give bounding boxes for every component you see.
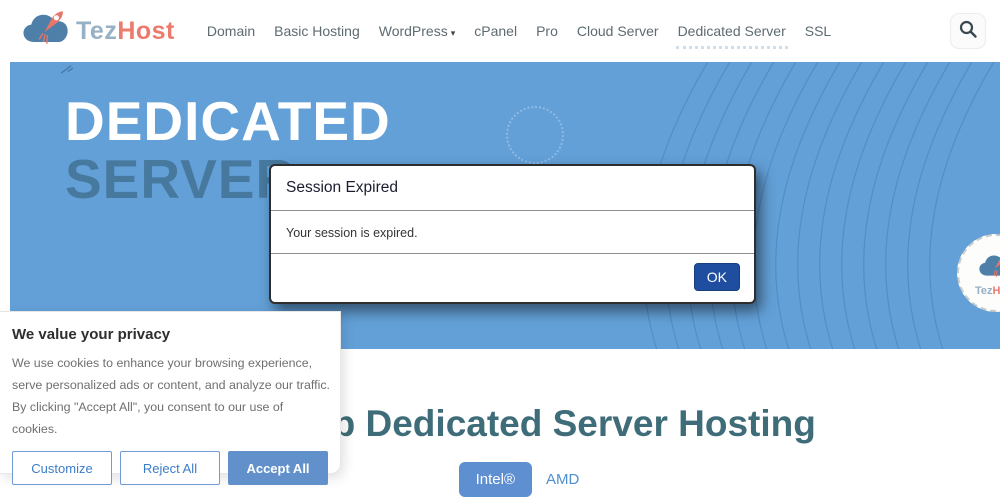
- customize-button[interactable]: Customize: [12, 451, 112, 486]
- reject-all-button[interactable]: Reject All: [120, 451, 220, 486]
- hero-title-line1: DEDICATED: [65, 90, 391, 152]
- badge-wordmark: TezHost: [975, 284, 1000, 297]
- accept-all-button[interactable]: Accept All: [228, 451, 328, 486]
- nav-item-domain[interactable]: Domain: [207, 17, 255, 45]
- dotted-circle-decoration: [506, 106, 564, 164]
- main-navigation: Domain Basic Hosting WordPress ▾ cPanel P…: [207, 17, 831, 49]
- search-icon: [958, 19, 978, 44]
- nav-item-cpanel[interactable]: cPanel: [474, 17, 517, 45]
- logo-text-tez: Tez: [76, 16, 118, 45]
- tab-intel[interactable]: Intel®: [458, 462, 533, 497]
- cookie-description: We use cookies to enhance your browsing …: [12, 356, 330, 437]
- cookie-consent-banner: We value your privacy We use cookies to …: [0, 311, 341, 486]
- dialog-footer: OK: [271, 254, 754, 302]
- dialog-message: Your session is expired.: [271, 211, 754, 254]
- nav-item-wordpress[interactable]: WordPress ▾: [379, 17, 456, 45]
- tezhost-logo[interactable]: TezHost: [20, 7, 175, 56]
- badge-cloud-rocket-icon: [976, 250, 1000, 287]
- nav-item-basic-hosting[interactable]: Basic Hosting: [274, 17, 360, 45]
- search-button[interactable]: [950, 13, 986, 49]
- ok-button[interactable]: OK: [693, 263, 740, 291]
- nav-item-dedicated-server[interactable]: Dedicated Server: [675, 17, 788, 49]
- chevron-down-icon: ▾: [450, 28, 456, 38]
- nav-item-ssl[interactable]: SSL: [805, 17, 831, 45]
- site-header: TezHost Domain Basic Hosting WordPress ▾ …: [0, 0, 1000, 62]
- tab-amd[interactable]: AMD: [546, 471, 579, 488]
- dialog-title: Session Expired: [271, 166, 754, 211]
- cookie-buttons: Customize Reject All Accept All: [12, 451, 328, 486]
- slash-decoration: [60, 65, 74, 74]
- nav-item-pro[interactable]: Pro: [536, 17, 558, 45]
- nav-item-cloud-server[interactable]: Cloud Server: [577, 17, 659, 45]
- cookie-title: We value your privacy: [12, 326, 171, 343]
- logo-text-host: Host: [117, 16, 175, 45]
- cloud-rocket-logo-icon: [20, 7, 72, 56]
- session-expired-dialog: Session Expired Your session is expired.…: [269, 164, 756, 304]
- logo-wordmark: TezHost: [76, 17, 175, 46]
